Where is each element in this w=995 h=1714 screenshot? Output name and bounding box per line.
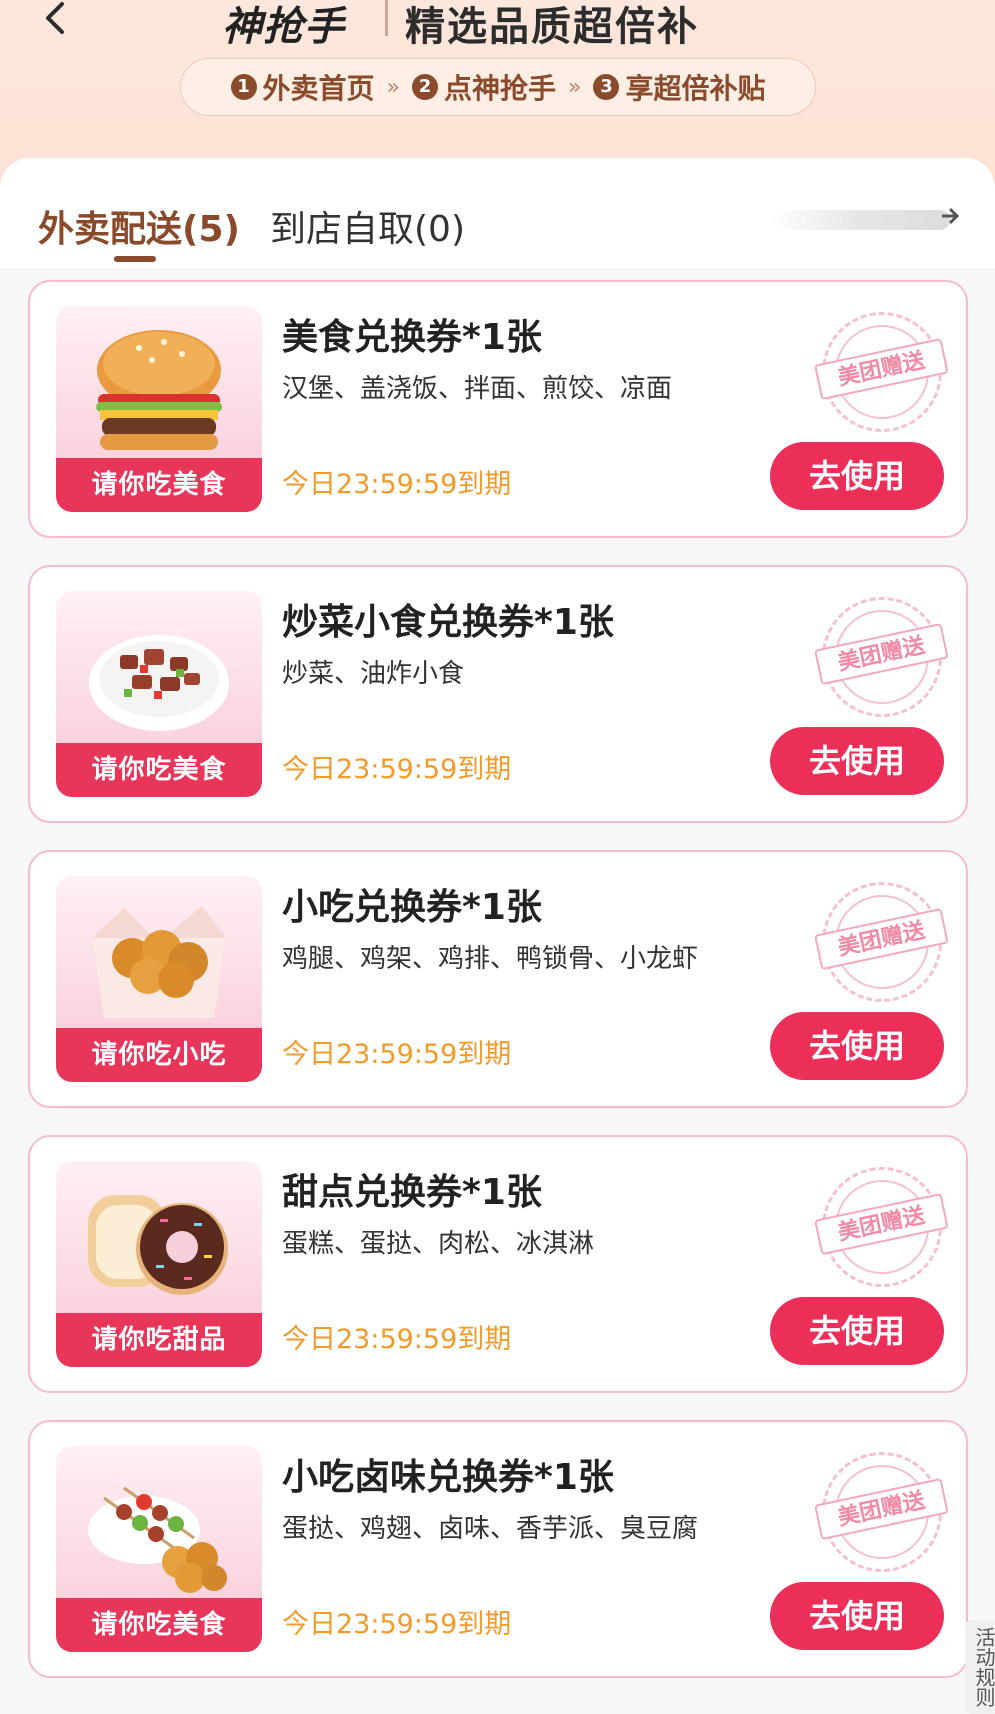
coupon-badge: 请你吃美食: [56, 458, 262, 512]
gift-stamp: 美团赠送: [810, 585, 954, 729]
step-1: 1 外卖首页: [230, 67, 375, 107]
gift-stamp: 美团赠送: [810, 1440, 954, 1584]
coupon-description: 蛋挞、鸡翅、卤味、香芋派、臭豆腐: [282, 1514, 699, 1544]
coupon-thumbnail: 请你吃美食: [56, 1446, 262, 1652]
step-2: 2 点神抢手: [411, 67, 556, 107]
coupon-expiry: 今日23:59:59到期: [282, 754, 512, 785]
gift-stamp: 美团赠送: [810, 300, 954, 444]
gift-stamp: 美团赠送: [810, 870, 954, 1014]
coupon-card: 请你吃美食 美食兑换券*1张 汉堡、盖浇饭、拌面、煎饺、凉面 今日23:59:5…: [28, 280, 968, 538]
coupon-description: 蛋糕、蛋挞、肉松、冰淇淋: [282, 1229, 595, 1259]
coupon-title: 炒菜小食兑换券*1张: [282, 602, 614, 643]
stir-fry-icon: [89, 635, 229, 731]
coupon-thumbnail: 请你吃美食: [56, 306, 262, 512]
page-subtitle: 精选品质超倍补: [405, 4, 699, 50]
step-separator: »: [386, 74, 400, 100]
donut-icon: [88, 1195, 228, 1295]
coupon-badge: 请你吃美食: [56, 743, 262, 797]
coupon-description: 炒菜、油炸小食: [282, 659, 465, 689]
use-button[interactable]: 去使用: [770, 1582, 944, 1650]
coupon-card: 请你吃甜品 甜点兑换券*1张 蛋糕、蛋挞、肉松、冰淇淋 今日23:59:59到期…: [28, 1135, 968, 1393]
arrow-right-icon[interactable]: [940, 202, 960, 237]
tab-pickup[interactable]: 到店自取(0): [270, 200, 465, 252]
step-number: 3: [593, 74, 620, 100]
fried-chicken-icon: [92, 906, 226, 1018]
gift-stamp: 美团赠送: [810, 1155, 954, 1299]
header: 神抢手 精选品质超倍补: [0, 0, 995, 60]
coupon-expiry: 今日23:59:59到期: [282, 1609, 512, 1640]
burger-icon: [96, 330, 222, 450]
chevron-left-icon: [46, 2, 64, 34]
coupon-card: 请你吃小吃 小吃兑换券*1张 鸡腿、鸡架、鸡排、鸭锁骨、小龙虾 今日23:59:…: [28, 850, 968, 1108]
coupon-expiry: 今日23:59:59到期: [282, 469, 512, 500]
step-separator: »: [568, 74, 582, 100]
coupon-card: 请你吃美食 小吃卤味兑换券*1张 蛋挞、鸡翅、卤味、香芋派、臭豆腐 今日23:5…: [28, 1420, 968, 1678]
coupon-title: 甜点兑换券*1张: [282, 1172, 542, 1213]
brand-logo: 神抢手: [222, 4, 345, 50]
coupon-title: 小吃兑换券*1张: [282, 887, 542, 928]
coupon-expiry: 今日23:59:59到期: [282, 1039, 512, 1070]
use-button[interactable]: 去使用: [770, 442, 944, 510]
step-label: 点神抢手: [443, 72, 556, 105]
step-number: 1: [230, 74, 257, 100]
blurred-link[interactable]: [770, 210, 950, 230]
coupon-badge: 请你吃甜品: [56, 1313, 262, 1367]
tab-bar: 外卖配送(5) 到店自取(0): [0, 158, 995, 268]
coupon-thumbnail: 请你吃美食: [56, 591, 262, 797]
coupon-badge: 请你吃美食: [56, 1598, 262, 1652]
use-button[interactable]: 去使用: [770, 1297, 944, 1365]
tab-active-indicator: [114, 256, 156, 262]
back-button[interactable]: [40, 0, 70, 44]
coupon-title: 美食兑换券*1张: [282, 317, 542, 358]
step-label: 享超倍补贴: [625, 72, 766, 105]
use-button[interactable]: 去使用: [770, 1012, 944, 1080]
coupon-card: 请你吃美食 炒菜小食兑换券*1张 炒菜、油炸小食 今日23:59:59到期 美团…: [28, 565, 968, 823]
activity-rules-link[interactable]: 活动规则: [965, 1620, 995, 1714]
step-3: 3 享超倍补贴: [593, 67, 765, 107]
step-label: 外卖首页: [262, 72, 375, 105]
skewers-icon: [88, 1486, 227, 1593]
coupon-description: 汉堡、盖浇饭、拌面、煎饺、凉面: [282, 374, 673, 404]
tab-delivery[interactable]: 外卖配送(5): [38, 200, 240, 252]
coupon-title: 小吃卤味兑换券*1张: [282, 1457, 614, 1498]
coupon-thumbnail: 请你吃小吃: [56, 876, 262, 1082]
coupon-thumbnail: 请你吃甜品: [56, 1161, 262, 1367]
coupon-expiry: 今日23:59:59到期: [282, 1324, 512, 1355]
use-button[interactable]: 去使用: [770, 727, 944, 795]
divider: [385, 0, 388, 36]
step-number: 2: [411, 74, 438, 100]
coupon-description: 鸡腿、鸡架、鸡排、鸭锁骨、小龙虾: [282, 944, 699, 974]
steps-guide: 1 外卖首页 » 2 点神抢手 » 3 享超倍补贴: [180, 58, 816, 116]
coupon-badge: 请你吃小吃: [56, 1028, 262, 1082]
